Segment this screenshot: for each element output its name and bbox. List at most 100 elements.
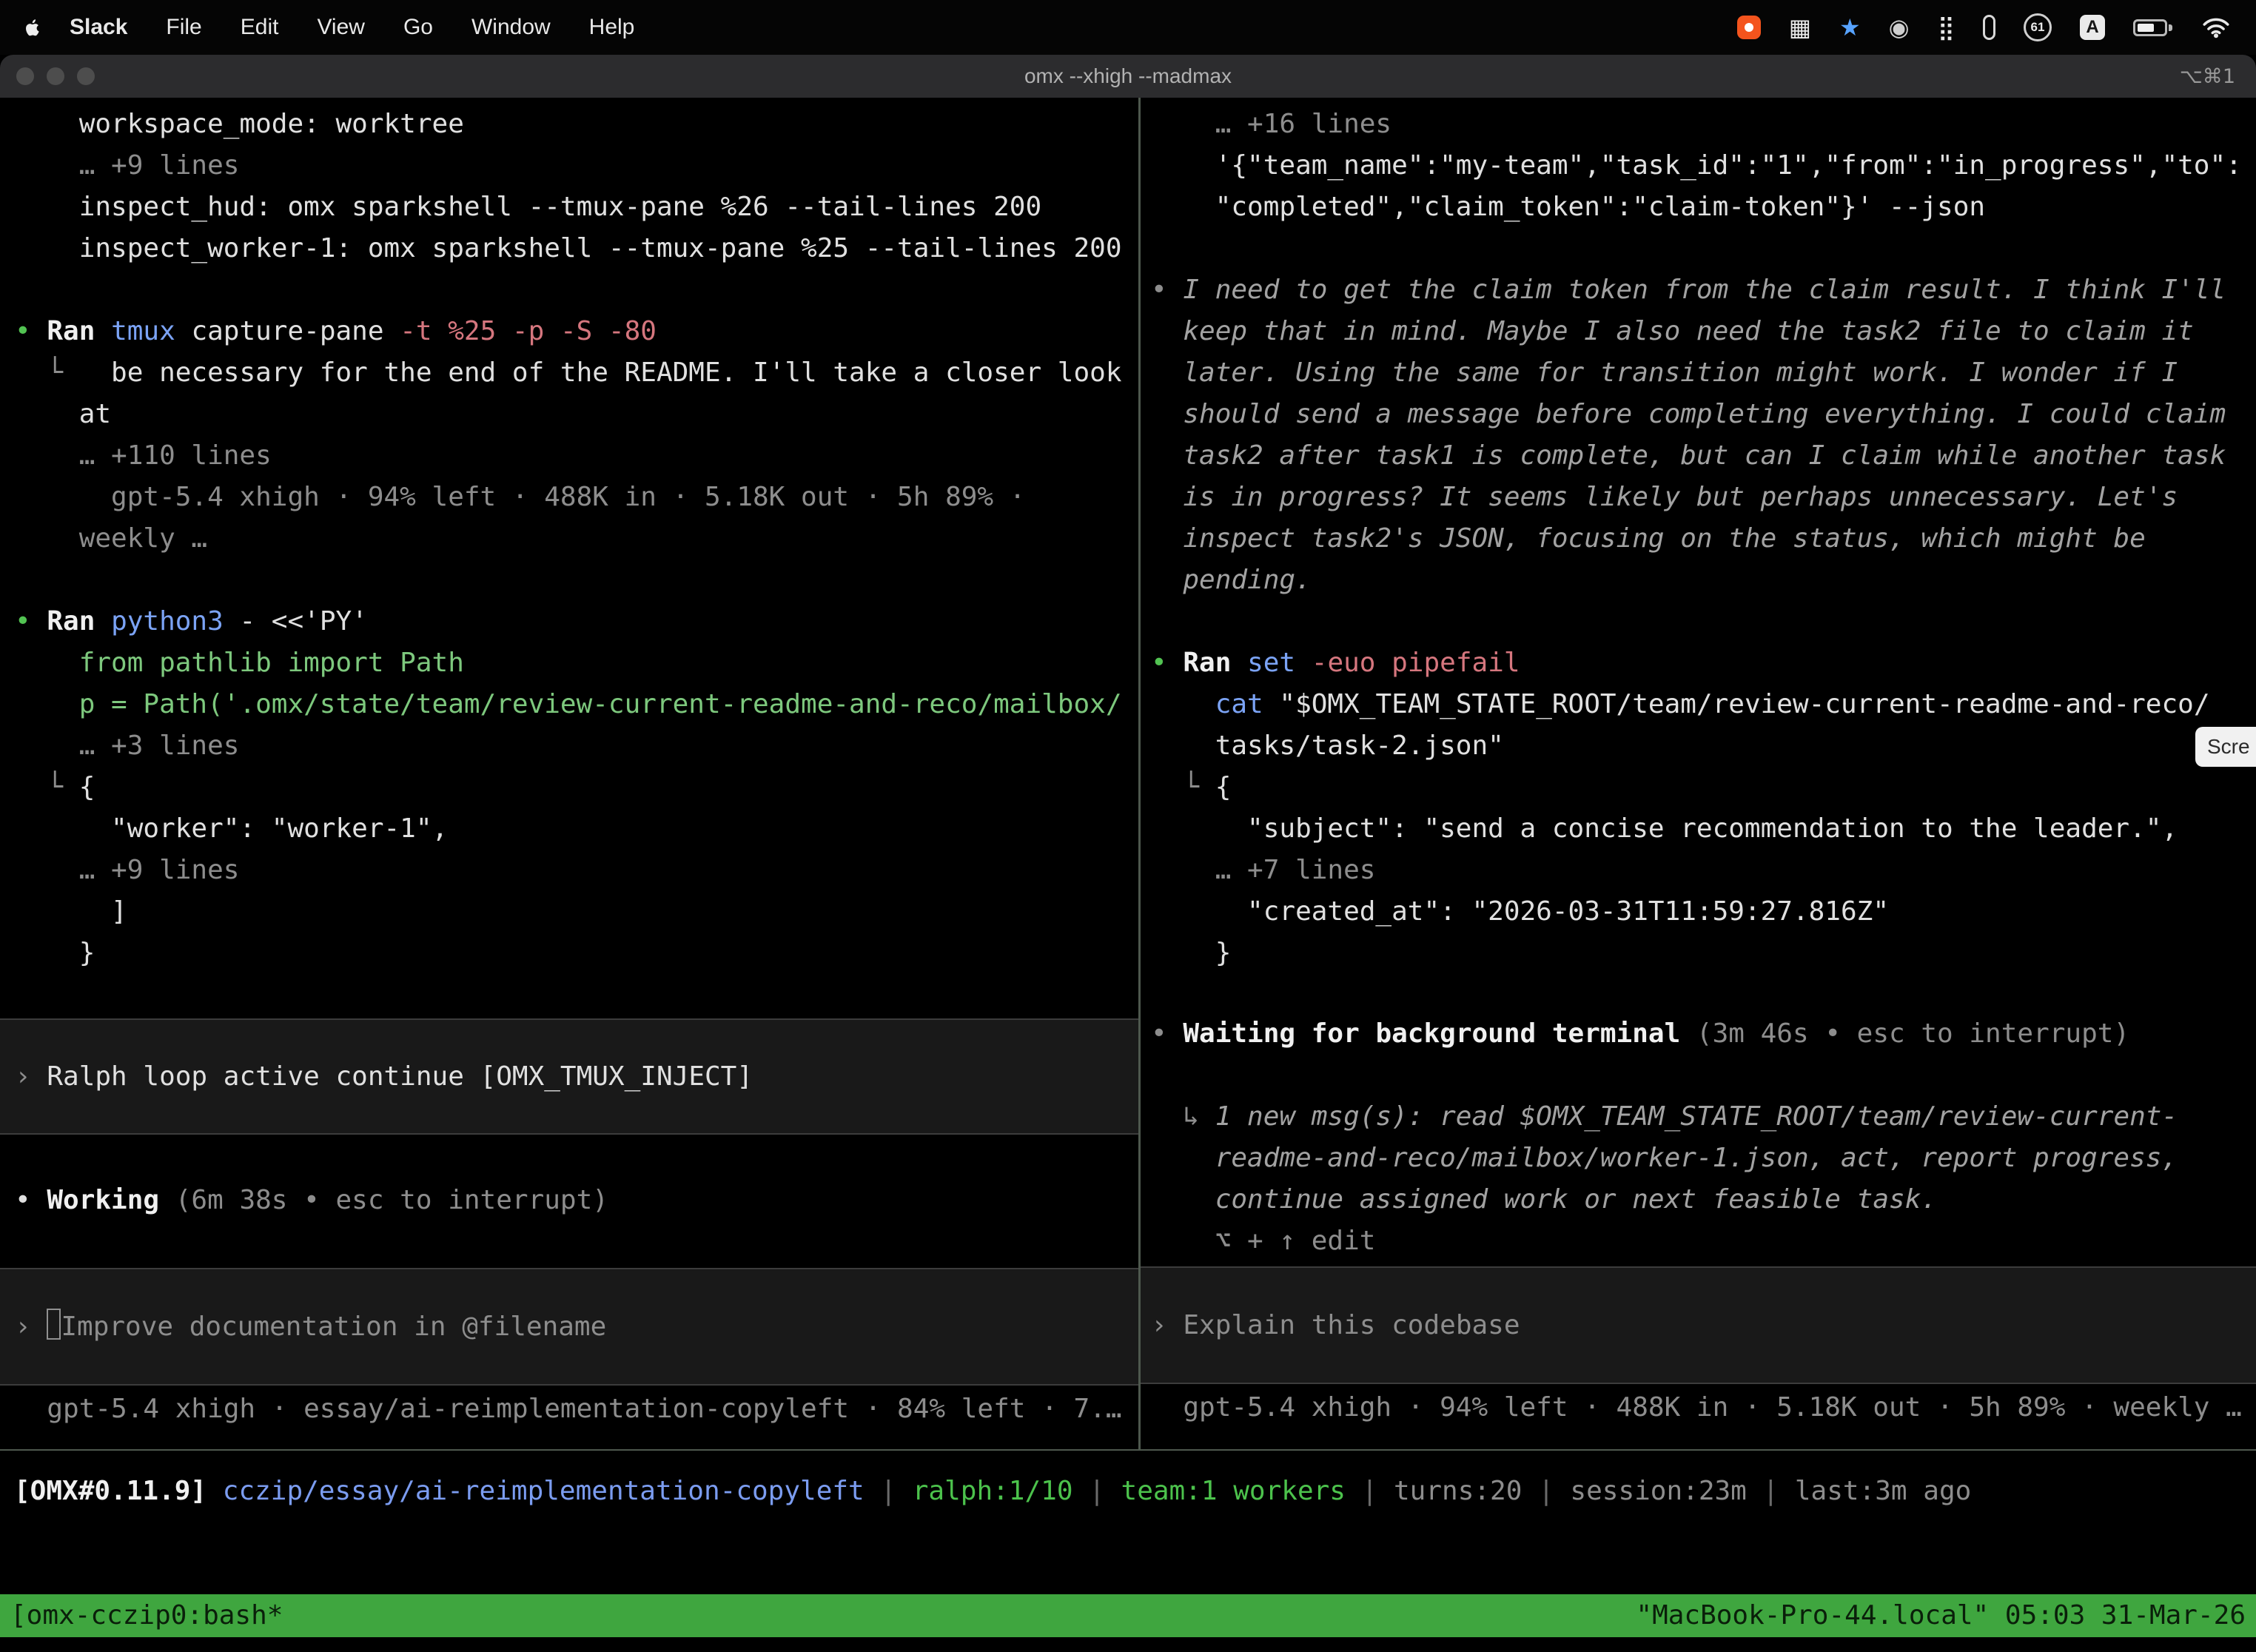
text-segment: last:3m ago (1795, 1476, 1971, 1506)
menu-item-go[interactable]: Go (384, 15, 452, 40)
text-segment: | (1522, 1476, 1570, 1506)
terminal-line (1151, 601, 2256, 642)
camera-app-icon[interactable]: ◉ (1889, 13, 1910, 41)
text-segment: session:23m (1570, 1476, 1746, 1506)
text-segment: gpt-5.4 xhigh · 94% left · 488K in · 5.1… (1151, 1392, 2242, 1423)
battery-icon[interactable] (2133, 19, 2167, 36)
model-status: gpt-5.4 xhigh · 94% left · 488K in · 5.1… (1151, 1387, 2256, 1428)
menu-item-slack[interactable]: Slack (50, 15, 147, 40)
battery-percent-icon[interactable]: 61 (2024, 13, 2052, 41)
text-segment: - <<'PY' (239, 606, 367, 637)
terminal-line (1151, 1055, 2256, 1096)
terminal-line (15, 269, 1138, 311)
spacer (15, 1221, 1138, 1268)
text-segment: capture-pane (191, 316, 400, 346)
text-segment: | (865, 1476, 913, 1506)
notification-tooltip[interactable]: Scre (2195, 727, 2256, 767)
window-title-bar: omx --xhigh --madmax ⌥⌘1 (0, 55, 2256, 98)
prompt-input[interactable]: › Improve documentation in @filename (0, 1268, 1138, 1386)
key-icon[interactable] (1983, 15, 1995, 40)
text-segment: { (79, 772, 95, 802)
text-segment: • (1151, 648, 1183, 678)
terminal-line: ⌥ + ↑ edit (1151, 1220, 2256, 1262)
text-segment: 1 new msg(s): read $OMX_TEAM_STATE_ROOT/… (1215, 1101, 2178, 1132)
text-segment: Ran (47, 606, 111, 637)
terminal-line: … +7 lines (1151, 850, 2256, 891)
menu-item-window[interactable]: Window (452, 15, 570, 40)
band-line: › Explain this codebase (1151, 1305, 1520, 1346)
terminal-line: └ be necessary for the end of the README… (15, 352, 1138, 394)
menu-item-file[interactable]: File (147, 15, 221, 40)
screen-recording-icon[interactable] (1737, 16, 1761, 39)
terminal-line: later. Using the same for transition mig… (1151, 352, 2256, 394)
text-segment: • (15, 1185, 47, 1215)
text-segment: › (15, 1061, 47, 1092)
text-segment: Ran (1183, 648, 1247, 678)
terminal-line: "subject": "send a concise recommendatio… (1151, 808, 2256, 850)
terminal-line: • I need to get the claim token from the… (1151, 269, 2256, 311)
text-segment: is in progress? It seems likely but perh… (1151, 482, 2178, 512)
text-segment: | (1346, 1476, 1394, 1506)
traffic-lights (16, 55, 95, 98)
text-segment: -euo pipefail (1312, 648, 1520, 678)
text-segment: Improve documentation in @filename (61, 1312, 606, 1342)
terminal-line: weekly … (15, 518, 1138, 560)
terminal-line: ] (15, 891, 1138, 933)
maximize-button[interactable] (77, 67, 95, 85)
text-segment: } (15, 938, 95, 968)
text-segment: pending. (1151, 565, 1312, 595)
grid-icon[interactable]: ▦ (1789, 13, 1811, 41)
app-grid-icon[interactable]: ⣿ (1938, 13, 1955, 41)
text-segment: | (1747, 1476, 1795, 1506)
wifi-icon[interactable] (2201, 16, 2231, 38)
text-segment: cczip/essay/ai-reimplementation-copyleft (223, 1476, 865, 1506)
terminal-line: tasks/task-2.json" (1151, 725, 2256, 767)
text-segment: gpt-5.4 xhigh · 94% left · 488K in · 5.1… (15, 482, 1025, 512)
terminal-line: … +9 lines (15, 145, 1138, 187)
text-segment: … +110 lines (15, 440, 272, 471)
spacer (15, 974, 1138, 1018)
terminal-line (15, 560, 1138, 601)
menu-item-view[interactable]: View (298, 15, 383, 40)
text-segment: "subject": "send a concise recommendatio… (1151, 813, 2178, 844)
terminal-pane-right[interactable]: … +16 lines '{"team_name":"my-team","tas… (1141, 98, 2256, 1449)
terminal-pane-left[interactable]: workspace_mode: worktree … +9 lines insp… (0, 98, 1138, 1449)
terminal-line: inspect task2's JSON, focusing on the st… (1151, 518, 2256, 560)
apple-menu-icon[interactable] (25, 18, 41, 38)
model-status: gpt-5.4 xhigh · essay/ai-reimplementatio… (15, 1389, 1138, 1430)
prompt-input[interactable]: › Explain this codebase (1141, 1266, 2256, 1384)
close-button[interactable] (16, 67, 34, 85)
menu-item-edit[interactable]: Edit (221, 15, 298, 40)
text-segment: (3m 46s • esc to interrupt) (1696, 1018, 2129, 1049)
text-segment: "created_at": "2026-03-31T11:59:27.816Z" (1151, 896, 1889, 927)
text-segment: turns:20 (1394, 1476, 1522, 1506)
text-segment: from pathlib import Path (15, 648, 464, 678)
text-segment: later. Using the same for transition mig… (1151, 357, 2178, 388)
text-segment: • (15, 316, 47, 346)
text-segment: | (1073, 1476, 1121, 1506)
terminal-line: cat "$OMX_TEAM_STATE_ROOT/team/review-cu… (1151, 684, 2256, 725)
terminal-line: readme-and-reco/mailbox/worker-1.json, a… (1151, 1138, 2256, 1179)
text-segment: (6m 38s • esc to interrupt) (175, 1185, 608, 1215)
terminal-line: } (15, 933, 1138, 974)
minimize-button[interactable] (47, 67, 64, 85)
text-segment: readme-and-reco/mailbox/worker-1.json, a… (1151, 1143, 2178, 1173)
text-segment: I need to get the claim token from the c… (1183, 275, 2226, 305)
terminal-line: … +110 lines (15, 435, 1138, 477)
menu-items: SlackFileEditViewGoWindowHelp (50, 15, 654, 40)
text-segment: python3 (111, 606, 239, 637)
text-segment: "completed","claim_token":"claim-token"}… (1151, 192, 1985, 222)
text-segment: [OMX#0.11.9] (14, 1476, 223, 1506)
text-segment: weekly … (15, 523, 207, 554)
blue-app-icon[interactable]: ★ (1839, 13, 1861, 41)
menu-item-help[interactable]: Help (570, 15, 654, 40)
tmux-host-clock: "MacBook-Pro-44.local" 05:03 31-Mar-26 (1636, 1595, 2246, 1636)
terminal-line: … +16 lines (1151, 104, 2256, 145)
omx-status-line: [OMX#0.11.9] cczip/essay/ai-reimplementa… (14, 1471, 1971, 1512)
text-segment: └ (1151, 772, 1215, 802)
terminal-line: └ { (15, 767, 1138, 808)
inject-banner[interactable]: › Ralph loop active continue [OMX_TMUX_I… (0, 1018, 1138, 1135)
terminal-line (1151, 228, 2256, 269)
input-source-icon[interactable]: A (2080, 15, 2105, 40)
menu-bar: SlackFileEditViewGoWindowHelp ▦ ★ ◉ ⣿ 61 A (0, 0, 2256, 55)
